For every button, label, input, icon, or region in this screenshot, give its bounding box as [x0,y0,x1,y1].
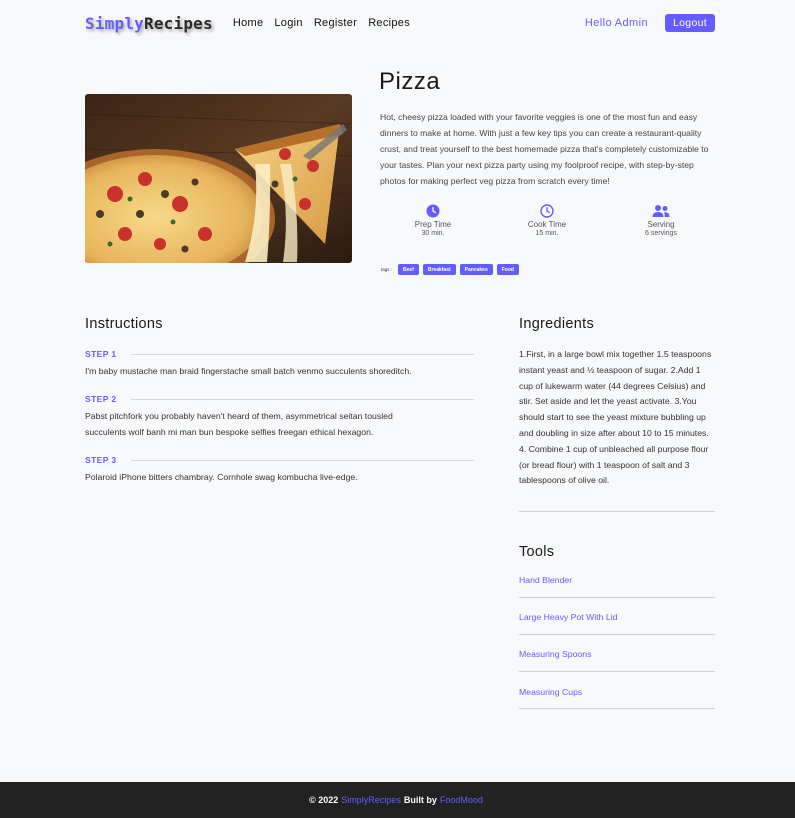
tool-item-measuring-spoons[interactable]: Measuring Spoons [519,649,715,672]
footer-built-by: Built by [403,795,437,805]
users-icon [652,205,670,217]
tag-beef[interactable]: Beef [398,264,419,275]
serving-stat: Serving 6 servings [621,204,701,237]
tag-pancakes[interactable]: Pancakes [459,264,493,275]
recipe-image [85,94,352,263]
footer-author-link[interactable]: FoodMood [440,795,483,805]
ingredients-text: 1.First, in a large bowl mix together 1.… [519,349,712,486]
instruction-step: STEP 3 Polaroid iPhone bitters chambray.… [85,454,474,485]
step-divider [130,459,474,461]
footer-copyright: © 2022 [309,795,339,805]
tags-label: tags : [381,267,393,272]
navbar: SimplyRecipes Home Login Register Recipe… [85,10,715,36]
instruction-step: STEP 1 I'm baby mustache man braid finge… [85,348,474,379]
tool-item-hand-blender[interactable]: Hand Blender [519,575,715,598]
recipe-title: Pizza [379,68,441,95]
recipe-description: Hot, cheesy pizza loaded with your favor… [380,112,709,186]
tools-heading: Tools [519,544,555,560]
nav-links: Home Login Register Recipes [233,17,410,29]
user-greeting: Hello Admin [584,17,648,29]
step-number: STEP 3 [85,455,117,465]
tag-food[interactable]: Food [496,264,519,275]
step-text: Polaroid iPhone bitters chambray. Cornho… [85,472,358,482]
cook-time-stat: Cook Time 15 min. [507,204,587,237]
tag-breakfast[interactable]: Breakfast [422,264,456,275]
instruction-step: STEP 2 Pabst pitchfork you probably have… [85,393,474,440]
footer: © 2022 SimplyRecipes Built by FoodMood [0,782,795,818]
clock-outline-icon [540,204,554,218]
site-logo[interactable]: SimplyRecipes [85,14,213,33]
nav-link-register[interactable]: Register [314,17,357,29]
step-number: STEP 2 [85,394,117,404]
logout-button[interactable]: Logout [665,14,715,32]
ingredients-heading: Ingredients [519,316,595,332]
instructions-heading: Instructions [85,316,163,332]
tool-item-measuring-cups[interactable]: Measuring Cups [519,687,715,709]
step-divider [130,398,474,400]
clock-icon [426,204,440,218]
nav-link-home[interactable]: Home [233,17,264,29]
pizza-image [85,94,352,263]
ingredients-divider [519,511,715,512]
step-divider [130,353,474,355]
nav-link-login[interactable]: Login [274,17,302,29]
nav-link-recipes[interactable]: Recipes [368,17,410,29]
footer-brand-link[interactable]: SimplyRecipes [341,795,401,805]
prep-time-stat: Prep Time 30 min. [393,204,473,237]
step-text: Pabst pitchfork you probably haven't hea… [85,411,393,437]
step-text: I'm baby mustache man braid fingerstache… [85,366,412,376]
recipe-tags: tags : Beef Breakfast Pancakes Food [381,264,519,275]
tool-item-large-heavy-pot[interactable]: Large Heavy Pot With Lid [519,612,715,635]
step-number: STEP 1 [85,349,117,359]
